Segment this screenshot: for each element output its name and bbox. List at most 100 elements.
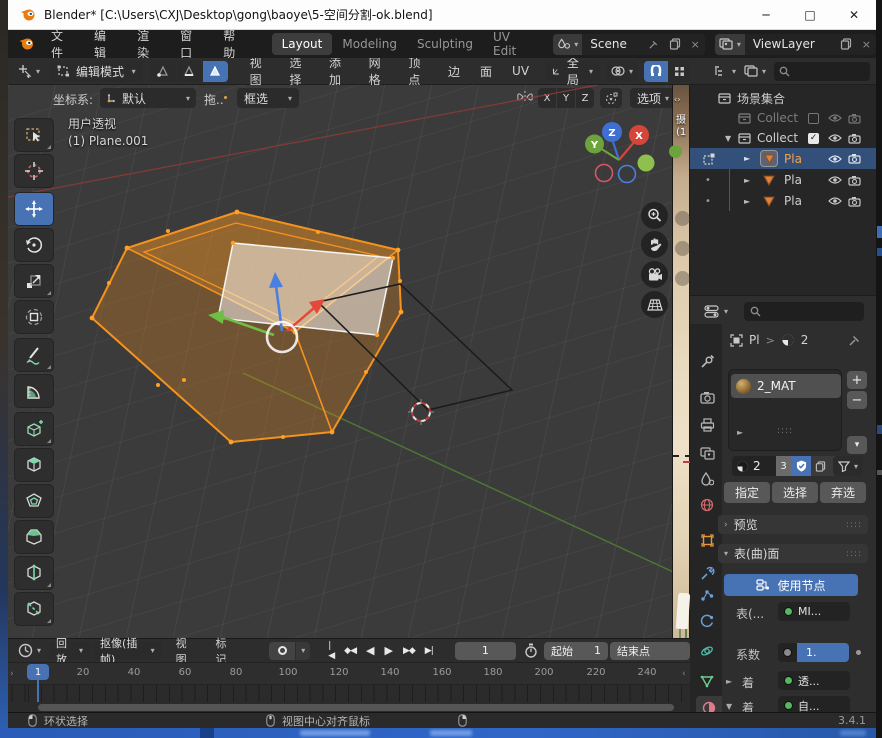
expand-icon[interactable]: ► [744, 154, 750, 163]
factor-slider[interactable]: 1. [778, 643, 849, 662]
render-visibility-icon[interactable] [848, 175, 861, 186]
tab-constraints-icon[interactable] [694, 639, 720, 663]
viewlayer-name[interactable]: ViewLayer [745, 37, 835, 51]
tool-scale-button[interactable] [14, 264, 54, 298]
render-visibility-icon[interactable] [848, 113, 861, 124]
editor-type-icon[interactable] [16, 64, 32, 78]
outliner-row-object-2[interactable]: • ► Pla [690, 170, 876, 190]
minimize-button[interactable]: ─ [744, 0, 788, 30]
properties-search-input[interactable] [744, 302, 864, 321]
material-browse-field[interactable]: 2 [732, 456, 776, 476]
timeline-scrollbar[interactable] [38, 704, 674, 711]
outliner-display-mode-icon[interactable] [744, 65, 758, 77]
fake-user-shield-icon[interactable] [791, 456, 811, 476]
grid-ortho-icon[interactable] [641, 291, 668, 318]
scene-collection-label[interactable]: 场景集合 [737, 90, 785, 107]
workspace-tab-modeling[interactable]: Modeling [332, 33, 407, 55]
collection-label[interactable]: Collect [757, 131, 798, 145]
tab-world-icon[interactable] [694, 493, 720, 517]
timeline-editor-icon[interactable] [18, 643, 33, 658]
menu-file[interactable]: 文件 [41, 27, 84, 61]
edge-select-icon[interactable] [177, 61, 202, 82]
scene-name[interactable]: Scene [582, 37, 642, 51]
ruler-expand-icon[interactable]: › [10, 669, 14, 679]
pin-scene-icon[interactable] [643, 39, 664, 50]
slot-specials-button[interactable]: ▾ [847, 436, 867, 454]
current-frame-field[interactable]: 1 [455, 642, 516, 660]
tab-object-data-icon[interactable] [694, 669, 720, 693]
maximize-button[interactable]: □ [788, 0, 832, 30]
tool-move-button[interactable] [14, 192, 54, 226]
remove-slot-button[interactable]: − [847, 391, 867, 409]
render-visibility-icon[interactable] [848, 196, 861, 207]
tool-loop-cut-button[interactable] [14, 556, 54, 590]
viewlayer-selector[interactable]: ▾ ViewLayer × [715, 34, 876, 55]
strip-pan-icon[interactable] [675, 241, 690, 256]
material-slot-list[interactable]: 2_MAT ► :::: [728, 369, 842, 451]
expand-icon[interactable]: ► [744, 176, 750, 185]
select-button[interactable]: 选择 [772, 482, 818, 503]
pivot-dropdown[interactable]: ▾ [606, 61, 638, 82]
tab-physics-icon[interactable] [694, 609, 720, 633]
keying-menu[interactable]: 抠像(插帧)▾ [93, 642, 162, 660]
navigation-gizmo[interactable]: Z X Y [585, 115, 655, 185]
close-button[interactable]: ✕ [832, 0, 876, 30]
object-name[interactable]: Pla [784, 173, 802, 187]
ruler-collapse-icon[interactable]: ‹ [682, 669, 686, 679]
preview-panel-header[interactable]: › 预览 :::: [718, 515, 868, 534]
surface-panel-header[interactable]: ▾ 表(曲)面 :::: [718, 544, 868, 563]
strip-zoom-icon[interactable] [675, 211, 690, 226]
shader1-expand-icon[interactable]: ► [726, 677, 732, 686]
start-frame-field[interactable]: 起始1 [544, 642, 608, 660]
playhead[interactable] [37, 678, 39, 702]
timeline-track[interactable] [8, 684, 690, 702]
tool-annotate-button[interactable] [14, 338, 54, 372]
tab-particles-icon[interactable] [694, 583, 720, 607]
exclude-checkbox-checked[interactable]: ✓ [808, 133, 819, 144]
tool-bevel-button[interactable] [14, 520, 54, 554]
deselect-button[interactable]: 弃选 [820, 482, 866, 503]
vertex-select-icon[interactable] [151, 61, 176, 82]
list-expand-icon[interactable]: ► [737, 428, 743, 437]
tool-cursor-button[interactable] [14, 154, 54, 188]
workspace-tab-uvedit[interactable]: UV Edit [483, 26, 545, 62]
tool-add-cube-button[interactable] [14, 412, 54, 446]
tool-knife-button[interactable] [14, 592, 54, 626]
tab-output-icon[interactable] [694, 413, 720, 437]
strip-gizmo-y-icon[interactable] [669, 145, 682, 158]
use-nodes-button[interactable]: 使用节点 [724, 574, 858, 596]
tool-rotate-button[interactable] [14, 228, 54, 262]
camera-view-icon[interactable] [641, 261, 668, 288]
object-name[interactable]: Pla [784, 194, 802, 208]
menu-render[interactable]: 渲染 [127, 27, 170, 61]
camera-viewport-strip[interactable]: ‹› 摄 (1 [672, 85, 690, 638]
scene-selector[interactable]: ▾ Scene × [553, 34, 705, 55]
record-icon[interactable] [269, 642, 295, 660]
play-button[interactable]: ▶ [380, 642, 396, 659]
new-viewlayer-icon[interactable] [835, 38, 857, 50]
assign-button[interactable]: 指定 [724, 482, 770, 503]
outliner-row-scene-collection[interactable]: 场景集合 [690, 88, 876, 108]
pin-id-icon[interactable] [848, 334, 861, 347]
jump-end-button[interactable]: ▶| [421, 643, 437, 659]
prev-keyframe-button[interactable]: ◆◀ [340, 643, 360, 659]
viewlayer-datablock-icon[interactable]: ▾ [715, 34, 745, 55]
surface-shader-field[interactable]: MI... [778, 602, 850, 621]
menu-window[interactable]: 窗口 [170, 27, 213, 61]
shader2-expand-icon[interactable]: ▼ [726, 702, 732, 711]
list-grip[interactable]: :::: [777, 426, 793, 436]
shader2-field[interactable]: 自... [778, 696, 850, 712]
timeline-ruler[interactable]: › 2040 6080 100120 140160 180200 220240 … [8, 662, 690, 684]
viewport-menu-mesh[interactable]: 网格 [359, 58, 399, 88]
tool-extrude-button[interactable] [14, 448, 54, 482]
region-collapse-icon[interactable]: ‹› [674, 95, 680, 104]
jump-start-button[interactable]: |◀ [324, 638, 338, 664]
outliner-editor-icon[interactable] [714, 65, 728, 77]
blender-menu-icon[interactable] [18, 37, 35, 51]
viewport-menu-face[interactable]: 面 [470, 63, 502, 80]
crumb-object[interactable]: Pl [749, 333, 760, 347]
viewport-menu-edge[interactable]: 边 [438, 63, 470, 80]
scene-datablock-icon[interactable]: ▾ [553, 34, 582, 55]
tab-tool-icon[interactable] [694, 349, 720, 373]
users-count-button[interactable]: 3 [776, 456, 791, 476]
